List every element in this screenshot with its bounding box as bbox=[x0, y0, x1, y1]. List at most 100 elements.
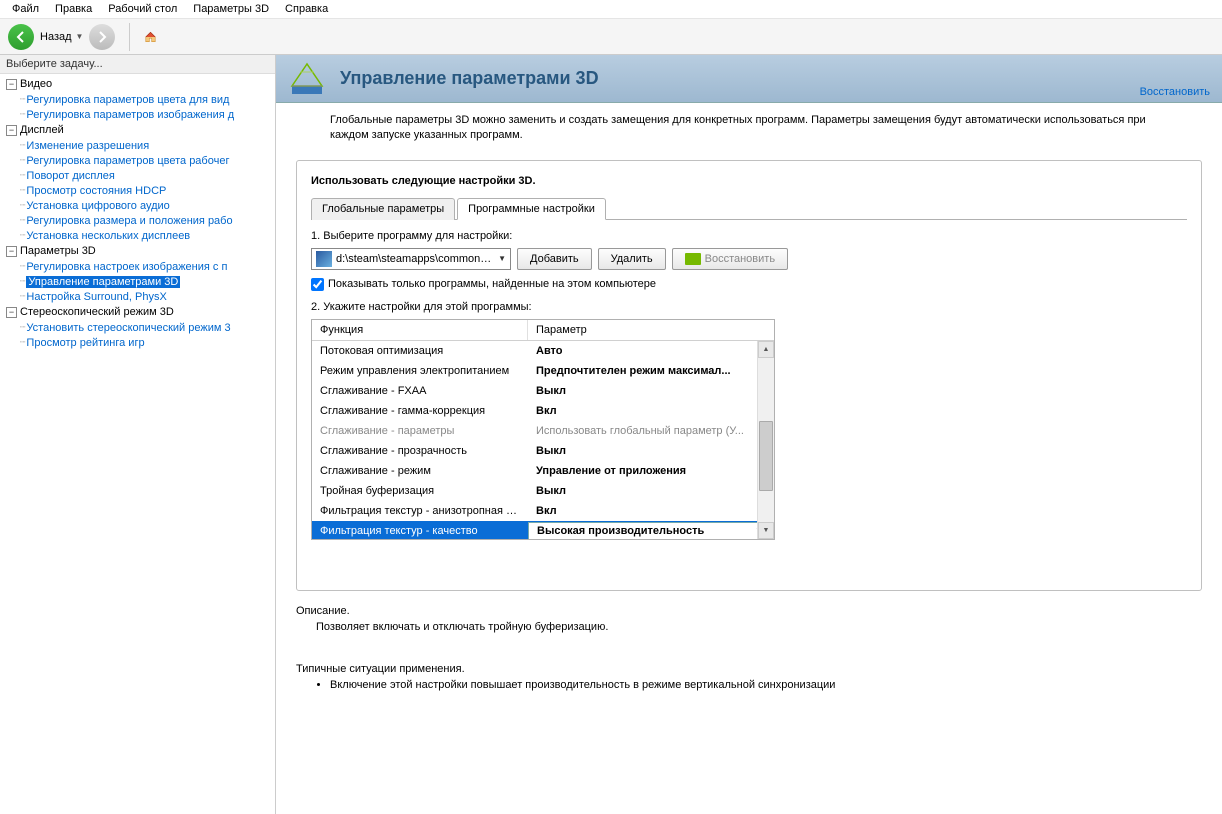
tab-global[interactable]: Глобальные параметры bbox=[311, 198, 455, 220]
settings-row[interactable]: Режим управления электропитаниемПредпочт… bbox=[312, 361, 774, 381]
chevron-down-icon: ▼ bbox=[494, 254, 506, 263]
col-parameter[interactable]: Параметр bbox=[528, 320, 774, 340]
cell-parameter[interactable]: Выкл bbox=[528, 385, 774, 397]
settings-row[interactable]: Сглаживание - гамма-коррекцияВкл bbox=[312, 401, 774, 421]
tree-item: ┈Регулировка размера и положения рабо bbox=[0, 213, 275, 228]
main-layout: Выберите задачу... −Видео┈Регулировка па… bbox=[0, 55, 1222, 814]
cell-function: Сглаживание - прозрачность bbox=[312, 445, 528, 457]
program-row: d:\steam\steamapps\common\r... ▼ Добавит… bbox=[311, 248, 1187, 270]
cell-parameter[interactable]: Управление от приложения bbox=[528, 465, 774, 477]
back-dropdown-icon[interactable]: ▼ bbox=[76, 32, 84, 41]
menu-edit[interactable]: Правка bbox=[47, 1, 100, 17]
tree-link[interactable]: Управление параметрами 3D bbox=[26, 276, 180, 288]
tree-branch-icon: ┈ bbox=[20, 200, 24, 211]
tab-program[interactable]: Программные настройки bbox=[457, 198, 606, 220]
menu-help[interactable]: Справка bbox=[277, 1, 336, 17]
col-function[interactable]: Функция bbox=[312, 320, 528, 340]
add-button[interactable]: Добавить bbox=[517, 248, 592, 270]
tree-item: ┈Установка нескольких дисплеев bbox=[0, 228, 275, 243]
cell-parameter[interactable]: Вкл bbox=[528, 505, 774, 517]
settings-row[interactable]: Сглаживание - режимУправление от приложе… bbox=[312, 461, 774, 481]
tree-link[interactable]: Просмотр состояния HDCP bbox=[26, 185, 166, 197]
nvidia-icon bbox=[685, 253, 701, 265]
sidebar-title: Выберите задачу... bbox=[0, 55, 275, 74]
scroll-down-icon[interactable]: ▼ bbox=[758, 522, 774, 539]
tree-item: ┈Изменение разрешения bbox=[0, 138, 275, 153]
toolbar: Назад ▼ bbox=[0, 19, 1222, 55]
cell-parameter[interactable]: Авто bbox=[528, 345, 774, 357]
tree-item: ┈Установка цифрового аудио bbox=[0, 198, 275, 213]
cell-parameter[interactable]: Предпочтителен режим максимал... bbox=[528, 365, 774, 377]
menu-desktop[interactable]: Рабочий стол bbox=[100, 1, 185, 17]
settings-row[interactable]: Тройная буферизацияВыкл bbox=[312, 481, 774, 501]
restore-button[interactable]: Восстановить bbox=[672, 248, 788, 270]
tree-link[interactable]: Регулировка параметров цвета рабочег bbox=[26, 155, 229, 167]
home-button[interactable] bbox=[129, 23, 157, 51]
tree-item: ┈Регулировка параметров изображения д bbox=[0, 107, 275, 122]
cell-parameter[interactable]: Выкл bbox=[528, 485, 774, 497]
description-body: Позволяет включать и отключать тройную б… bbox=[296, 621, 1202, 633]
settings-row[interactable]: Сглаживание - параметрыИспользовать глоб… bbox=[312, 421, 774, 441]
tree-branch-icon: ┈ bbox=[20, 337, 24, 348]
menu-3d-params[interactable]: Параметры 3D bbox=[185, 1, 277, 17]
tree-group-label: Стереоскопический режим 3D bbox=[20, 306, 174, 318]
tree-toggle-icon[interactable]: − bbox=[6, 79, 17, 90]
settings-row[interactable]: Сглаживание - прозрачностьВыкл bbox=[312, 441, 774, 461]
tree-link[interactable]: Регулировка размера и положения рабо bbox=[26, 215, 232, 227]
cell-function: Тройная буферизация bbox=[312, 485, 528, 497]
tree-branch-icon: ┈ bbox=[20, 170, 24, 181]
tree-link[interactable]: Изменение разрешения bbox=[26, 140, 149, 152]
settings-table: Функция Параметр Потоковая оптимизацияАв… bbox=[311, 319, 775, 540]
tree-group: −Стереоскопический режим 3D bbox=[0, 304, 275, 320]
tree-group-label: Параметры 3D bbox=[20, 245, 96, 257]
program-icon bbox=[316, 251, 332, 267]
tree-link[interactable]: Установка нескольких дисплеев bbox=[26, 230, 190, 242]
tree-toggle-icon[interactable]: − bbox=[6, 307, 17, 318]
tree-link[interactable]: Установить стереоскопический режим 3 bbox=[26, 322, 230, 334]
tree-link[interactable]: Регулировка настроек изображения с п bbox=[26, 261, 227, 273]
tree-group-label: Дисплей bbox=[20, 124, 64, 136]
scroll-up-icon[interactable]: ▲ bbox=[758, 341, 774, 358]
tree-toggle-icon[interactable]: − bbox=[6, 125, 17, 136]
cell-parameter[interactable]: Высокая производительность▼ bbox=[528, 522, 772, 539]
tree-link[interactable]: Настройка Surround, PhysX bbox=[26, 291, 166, 303]
tree-link[interactable]: Регулировка параметров цвета для вид bbox=[26, 94, 229, 106]
description-heading: Описание. bbox=[296, 605, 1202, 617]
tree-link[interactable]: Просмотр рейтинга игр bbox=[26, 337, 144, 349]
delete-button[interactable]: Удалить bbox=[598, 248, 666, 270]
usage-list: Включение этой настройки повышает произв… bbox=[316, 679, 1202, 691]
cell-parameter[interactable]: Использовать глобальный параметр (У... bbox=[528, 425, 774, 437]
page-banner: Управление параметрами 3D Восстановить bbox=[276, 55, 1222, 103]
tree-item: ┈Регулировка параметров цвета рабочег bbox=[0, 153, 275, 168]
tree-link[interactable]: Установка цифрового аудио bbox=[26, 200, 169, 212]
tree-item: ┈Поворот дисплея bbox=[0, 168, 275, 183]
cell-parameter[interactable]: Выкл bbox=[528, 445, 774, 457]
tree-branch-icon: ┈ bbox=[20, 140, 24, 151]
settings-row[interactable]: Сглаживание - FXAAВыкл bbox=[312, 381, 774, 401]
settings-row[interactable]: Потоковая оптимизацияАвто bbox=[312, 341, 774, 361]
program-select[interactable]: d:\steam\steamapps\common\r... ▼ bbox=[311, 248, 511, 270]
tree-branch-icon: ┈ bbox=[20, 291, 24, 302]
cell-function: Фильтрация текстур - качество bbox=[312, 525, 528, 537]
cell-parameter[interactable]: Вкл bbox=[528, 405, 774, 417]
back-button[interactable] bbox=[8, 24, 34, 50]
tree-link[interactable]: Поворот дисплея bbox=[26, 170, 114, 182]
settings-header: Функция Параметр bbox=[312, 320, 774, 341]
cell-function: Потоковая оптимизация bbox=[312, 345, 528, 357]
cell-function: Фильтрация текстур - анизотропная оп... bbox=[312, 505, 528, 517]
settings-row[interactable]: Фильтрация текстур - качествоВысокая про… bbox=[312, 521, 774, 539]
forward-button[interactable] bbox=[89, 24, 115, 50]
settings-row[interactable]: Фильтрация текстур - анизотропная оп...В… bbox=[312, 501, 774, 521]
tree-group: −Дисплей bbox=[0, 122, 275, 138]
tree-link[interactable]: Регулировка параметров изображения д bbox=[26, 109, 234, 121]
tree-branch-icon: ┈ bbox=[20, 185, 24, 196]
tree-toggle-icon[interactable]: − bbox=[6, 246, 17, 257]
settings-scrollbar[interactable]: ▲ ▼ bbox=[757, 341, 774, 539]
scroll-thumb[interactable] bbox=[759, 421, 773, 491]
tree-item: ┈Регулировка параметров цвета для вид bbox=[0, 92, 275, 107]
menu-file[interactable]: Файл bbox=[4, 1, 47, 17]
restore-defaults-link[interactable]: Восстановить bbox=[1140, 86, 1210, 98]
usage-heading: Типичные ситуации применения. bbox=[296, 663, 1202, 675]
sidebar: Выберите задачу... −Видео┈Регулировка па… bbox=[0, 55, 276, 814]
show-only-found-checkbox[interactable] bbox=[311, 278, 324, 291]
